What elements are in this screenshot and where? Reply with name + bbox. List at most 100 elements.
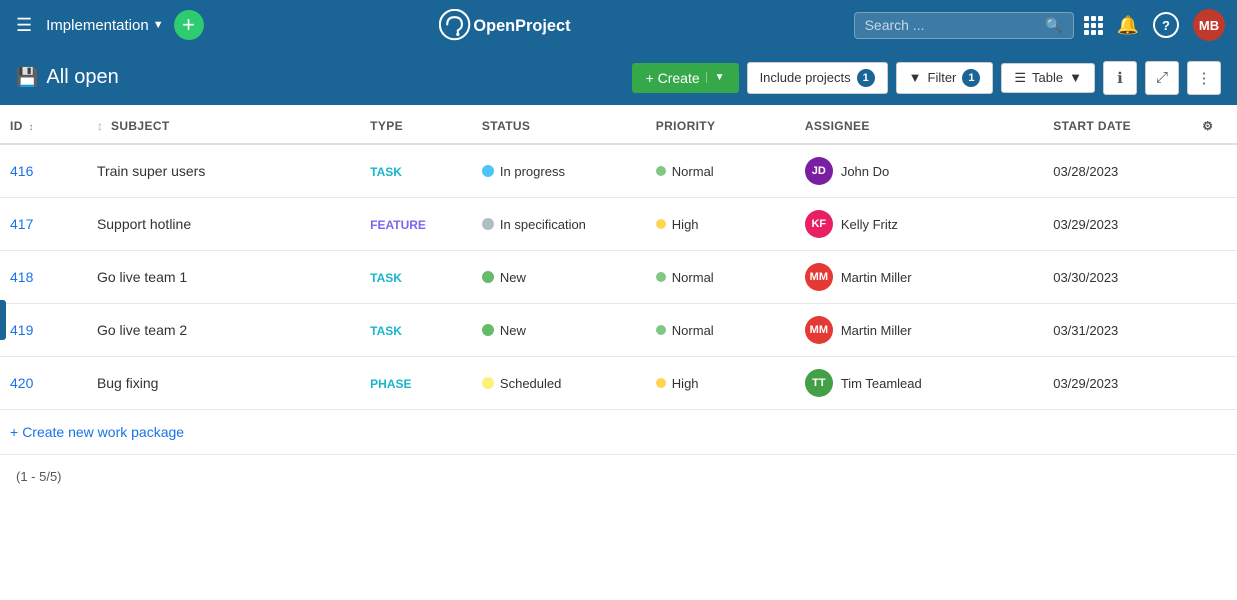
column-header-start-date[interactable]: Start Date [1043, 105, 1192, 144]
work-package-link[interactable]: 416 [10, 163, 33, 179]
create-dropdown-arrow-icon[interactable]: ▼ [706, 72, 725, 83]
info-button[interactable]: ℹ [1103, 61, 1137, 95]
work-package-link[interactable]: 420 [10, 375, 33, 391]
user-avatar[interactable]: MB [1193, 9, 1225, 41]
left-panel-indicator[interactable] [0, 300, 6, 340]
cell-subject: Train super users [87, 144, 360, 198]
priority-label: Normal [672, 323, 714, 338]
status-label: New [500, 270, 526, 285]
cell-status: New [472, 251, 646, 304]
status-label: New [500, 323, 526, 338]
status-dot-icon [482, 324, 494, 336]
include-projects-button[interactable]: Include projects 1 [747, 62, 888, 94]
avatar: KF [805, 210, 833, 238]
toolbar-title-area: 💾 All open [16, 66, 622, 89]
type-badge: TASK [370, 165, 402, 179]
apps-grid-icon[interactable] [1084, 16, 1103, 35]
create-link-label: Create new work package [22, 424, 184, 440]
search-bar[interactable]: 🔍 [854, 12, 1074, 39]
priority-label: Normal [672, 164, 714, 179]
cell-status: Scheduled [472, 357, 646, 410]
column-settings-icon[interactable]: ⚙ [1192, 105, 1237, 144]
create-work-package-row: + Create new work package [0, 410, 1237, 455]
table-view-button[interactable]: ☰ Table ▼ [1001, 63, 1095, 93]
cell-priority: Normal [646, 251, 795, 304]
work-packages-table: ID ↕ ↕ Subject Type Status Priority Assi [0, 105, 1237, 455]
notifications-bell-icon[interactable]: 🔔 [1117, 15, 1139, 36]
cell-id: 420 [0, 357, 87, 410]
cell-assignee: MM Martin Miller [795, 251, 1043, 304]
create-button-label: + Create [646, 70, 700, 86]
column-header-status[interactable]: Status [472, 105, 646, 144]
save-view-icon[interactable]: 💾 [16, 67, 38, 88]
cell-start-date: 03/29/2023 [1043, 198, 1192, 251]
cell-actions [1192, 357, 1237, 410]
cell-assignee: MM Martin Miller [795, 304, 1043, 357]
filter-button[interactable]: ▼ Filter 1 [896, 62, 994, 94]
create-button[interactable]: + Create ▼ [632, 63, 739, 93]
cell-priority: High [646, 357, 795, 410]
fullscreen-button[interactable]: ⤢ [1145, 61, 1179, 95]
cell-start-date: 03/31/2023 [1043, 304, 1192, 357]
status-dot-icon [482, 377, 494, 389]
status-dot-icon [482, 165, 494, 177]
cell-subject: Bug fixing [87, 357, 360, 410]
column-header-assignee[interactable]: Assignee [795, 105, 1043, 144]
work-package-link[interactable]: 418 [10, 269, 33, 285]
cell-start-date: 03/28/2023 [1043, 144, 1192, 198]
column-header-type[interactable]: Type [360, 105, 472, 144]
column-header-priority[interactable]: Priority [646, 105, 795, 144]
top-navigation: ☰ Implementation ▼ + OpenProject 🔍 🔔 ? [0, 0, 1237, 50]
assignee-name: Martin Miller [841, 270, 912, 285]
resize-icon: ↕ [97, 119, 103, 133]
table-row: 420 Bug fixing PHASE Scheduled High TT T… [0, 357, 1237, 410]
cell-subject: Go live team 1 [87, 251, 360, 304]
app-logo: OpenProject [214, 9, 844, 40]
pagination-info: (1 - 5/5) [0, 455, 1237, 498]
toolbar-actions: + Create ▼ Include projects 1 ▼ Filter 1… [632, 61, 1221, 95]
sort-id-icon[interactable]: ↕ [28, 122, 33, 133]
cell-id: 416 [0, 144, 87, 198]
search-input[interactable] [865, 17, 1042, 33]
table-row: 418 Go live team 1 TASK New Normal MM Ma… [0, 251, 1237, 304]
priority-label: High [672, 217, 699, 232]
work-package-link[interactable]: 417 [10, 216, 33, 232]
cell-priority: Normal [646, 304, 795, 357]
assignee-name: Kelly Fritz [841, 217, 898, 232]
column-header-id[interactable]: ID ↕ [0, 105, 87, 144]
priority-label: High [672, 376, 699, 391]
avatar: MM [805, 316, 833, 344]
cell-actions [1192, 144, 1237, 198]
hamburger-menu-icon[interactable]: ☰ [12, 11, 36, 40]
table-dropdown-arrow-icon: ▼ [1069, 70, 1082, 85]
cell-type: PHASE [360, 357, 472, 410]
plus-icon: + [10, 424, 18, 440]
work-package-link[interactable]: 419 [10, 322, 33, 338]
add-project-button[interactable]: + [174, 10, 204, 40]
cell-subject: Support hotline [87, 198, 360, 251]
cell-actions [1192, 251, 1237, 304]
avatar: MM [805, 263, 833, 291]
avatar: TT [805, 369, 833, 397]
cell-status: New [472, 304, 646, 357]
project-selector[interactable]: Implementation ▼ [46, 17, 163, 34]
filter-icon: ▼ [909, 70, 922, 85]
include-projects-label: Include projects [760, 70, 851, 85]
column-header-subject[interactable]: ↕ Subject [87, 105, 360, 144]
cell-actions [1192, 304, 1237, 357]
create-new-work-package-link[interactable]: + Create new work package [10, 424, 1227, 440]
type-badge: PHASE [370, 377, 411, 391]
table-row: 419 Go live team 2 TASK New Normal MM Ma… [0, 304, 1237, 357]
table-row: 416 Train super users TASK In progress N… [0, 144, 1237, 198]
cell-assignee: KF Kelly Fritz [795, 198, 1043, 251]
cell-actions [1192, 198, 1237, 251]
help-button[interactable]: ? [1153, 12, 1179, 38]
priority-label: Normal [672, 270, 714, 285]
priority-dot-icon [656, 219, 666, 229]
svg-text:OpenProject: OpenProject [473, 18, 571, 36]
filter-label: Filter [928, 70, 957, 85]
priority-dot-icon [656, 325, 666, 335]
avatar: JD [805, 157, 833, 185]
more-options-button[interactable]: ⋮ [1187, 61, 1221, 95]
status-dot-icon [482, 271, 494, 283]
